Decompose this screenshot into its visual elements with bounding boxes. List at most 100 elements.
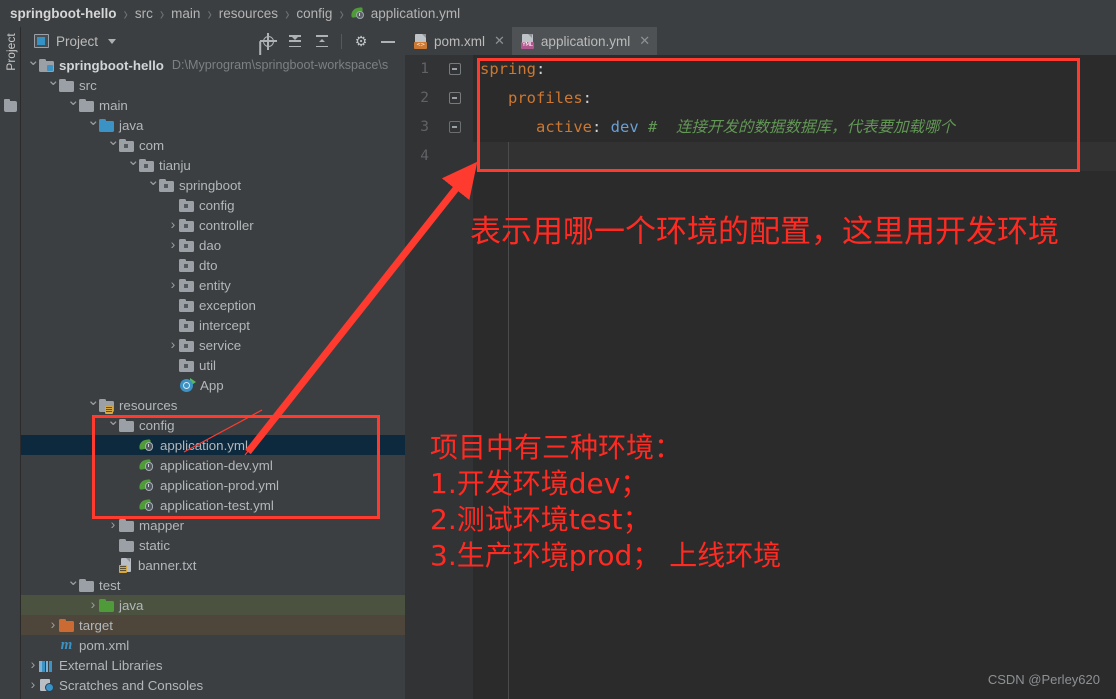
tree-row[interactable]: mapper xyxy=(21,515,405,535)
close-icon[interactable]: ✕ xyxy=(639,33,650,49)
tree-row[interactable]: static xyxy=(21,535,405,555)
package-icon xyxy=(139,158,154,172)
chevron-down-icon[interactable] xyxy=(87,395,99,416)
tree-row[interactable]: java xyxy=(21,595,405,615)
tree-row[interactable]: application.yml xyxy=(21,435,405,455)
breadcrumb-item-application-yml[interactable]: application.yml xyxy=(350,6,460,21)
editor-tab-pom-xml[interactable]: <> pom.xml ✕ xyxy=(405,27,512,55)
tree-row[interactable]: springboot-hello D:\Myprogram\springboot-… xyxy=(21,55,405,75)
package-icon xyxy=(159,178,174,192)
chevron-down-icon[interactable] xyxy=(127,155,139,176)
collapse-all-icon[interactable] xyxy=(314,33,330,49)
tree-row[interactable]: test xyxy=(21,575,405,595)
chevron-down-icon[interactable] xyxy=(47,75,59,96)
tree-row[interactable]: application-dev.yml xyxy=(21,455,405,475)
yml-file-icon xyxy=(350,7,366,20)
tree-row[interactable]: entity xyxy=(21,275,405,295)
code-fold-toggle[interactable] xyxy=(449,92,461,104)
expand-all-icon[interactable] xyxy=(287,33,303,49)
tree-row[interactable]: service xyxy=(21,335,405,355)
package-icon xyxy=(179,278,194,292)
yaml-comment: # 连接开发的数据数据库，代表要加载哪个 xyxy=(638,118,956,136)
breadcrumb-item-src[interactable]: src xyxy=(135,6,153,21)
code-line[interactable]: active: dev # 连接开发的数据数据库，代表要加载哪个 xyxy=(536,113,955,142)
tree-row-label: resources xyxy=(119,397,178,413)
code-line[interactable]: profiles: xyxy=(508,84,592,113)
code-fold-toggle[interactable] xyxy=(449,63,461,75)
chevron-right-icon[interactable] xyxy=(167,234,179,256)
tree-row[interactable]: Scratches and Consoles xyxy=(21,675,405,695)
external-libraries-icon xyxy=(39,659,54,672)
chevron-right-icon[interactable] xyxy=(27,654,39,676)
chevron-down-icon[interactable] xyxy=(87,115,99,136)
tree-row[interactable]: resources xyxy=(21,395,405,415)
code-line[interactable]: spring: xyxy=(480,55,545,84)
tree-row-label: java xyxy=(119,117,144,133)
tree-row-label: exception xyxy=(199,297,256,313)
project-panel-title-group[interactable]: Project xyxy=(21,34,117,49)
tree-row[interactable]: config xyxy=(21,195,405,215)
ide-window: springboot-hello › src › main › resources › conf… xyxy=(0,0,1116,699)
yaml-value: dev xyxy=(601,118,639,136)
breadcrumb-item-config[interactable]: config xyxy=(296,6,332,21)
breadcrumb-separator: › xyxy=(159,2,165,25)
tree-row[interactable]: application-test.yml xyxy=(21,495,405,515)
chevron-down-icon[interactable] xyxy=(107,135,119,156)
breadcrumb-item-resources[interactable]: resources xyxy=(219,6,278,21)
chevron-down-icon[interactable] xyxy=(147,175,159,196)
chevron-right-icon[interactable] xyxy=(47,614,59,636)
yaml-key: spring xyxy=(480,60,536,78)
tree-row[interactable]: springboot xyxy=(21,175,405,195)
tree-row[interactable]: m pom.xml xyxy=(21,635,405,655)
tree-row[interactable]: External Libraries xyxy=(21,655,405,675)
watermark: CSDN @Perley620 xyxy=(987,672,1100,687)
chevron-right-icon[interactable] xyxy=(167,214,179,236)
breadcrumb-item-label: resources xyxy=(218,6,279,21)
tree-row[interactable]: controller xyxy=(21,215,405,235)
tool-strip-project-button[interactable]: Project xyxy=(4,24,18,80)
minimize-icon[interactable] xyxy=(380,33,396,49)
chevron-down-icon[interactable] xyxy=(67,95,79,116)
chevron-down-icon[interactable] xyxy=(107,415,119,436)
tree-row[interactable]: tianju xyxy=(21,155,405,175)
tree-row[interactable]: target xyxy=(21,615,405,635)
package-icon xyxy=(179,258,194,272)
annotation-note-line: 3.生产环境prod； 上线环境 xyxy=(430,539,782,572)
tree-row-label: External Libraries xyxy=(59,657,163,673)
chevron-right-icon[interactable] xyxy=(27,674,39,696)
tree-row-label: static xyxy=(139,537,171,553)
tree-row[interactable]: App xyxy=(21,375,405,395)
tree-row[interactable]: config xyxy=(21,415,405,435)
tree-row[interactable]: java xyxy=(21,115,405,135)
tree-row-label: banner.txt xyxy=(138,557,197,573)
project-tree[interactable]: springboot-hello D:\Myprogram\springboot-… xyxy=(21,55,405,699)
editor-tab-application-yml[interactable]: YML application.yml ✕ xyxy=(511,27,658,55)
breadcrumb-item-main[interactable]: main xyxy=(171,6,200,21)
tree-row[interactable]: exception xyxy=(21,295,405,315)
chevron-right-icon[interactable] xyxy=(107,514,119,536)
editor-gutter[interactable]: 1 2 3 4 xyxy=(405,55,473,699)
tree-row-label: target xyxy=(79,617,114,633)
tree-row[interactable]: dto xyxy=(21,255,405,275)
chevron-right-icon[interactable] xyxy=(167,334,179,356)
close-icon[interactable]: ✕ xyxy=(494,33,505,49)
code-fold-toggle[interactable] xyxy=(449,121,461,133)
tree-row[interactable]: main xyxy=(21,95,405,115)
breadcrumb-item-springboot-hello[interactable]: springboot-hello xyxy=(10,6,116,21)
tree-row[interactable]: util xyxy=(21,355,405,375)
chevron-right-icon[interactable] xyxy=(167,274,179,296)
tree-row[interactable]: intercept xyxy=(21,315,405,335)
crosshair-icon[interactable] xyxy=(259,32,277,50)
chevron-down-icon[interactable] xyxy=(108,38,117,44)
tree-row-label: springboot-hello xyxy=(59,57,164,73)
chevron-down-icon[interactable] xyxy=(27,55,39,76)
yml-file-icon xyxy=(138,498,155,512)
chevron-down-icon[interactable] xyxy=(67,575,79,596)
tree-row[interactable]: application-prod.yml xyxy=(21,475,405,495)
gear-icon[interactable]: ⚙ xyxy=(353,33,369,49)
code-editor[interactable]: 1234 spring: profiles: active: dev # 连接开发的… xyxy=(405,55,1116,699)
annotation-note-list: 项目中有三种环境： 1.开发环境dev； 2.测试环境test； 3.生产环境prod… xyxy=(430,430,781,574)
tree-row[interactable]: com xyxy=(21,135,405,155)
tree-row[interactable]: dao xyxy=(21,235,405,255)
chevron-right-icon[interactable] xyxy=(87,594,99,616)
